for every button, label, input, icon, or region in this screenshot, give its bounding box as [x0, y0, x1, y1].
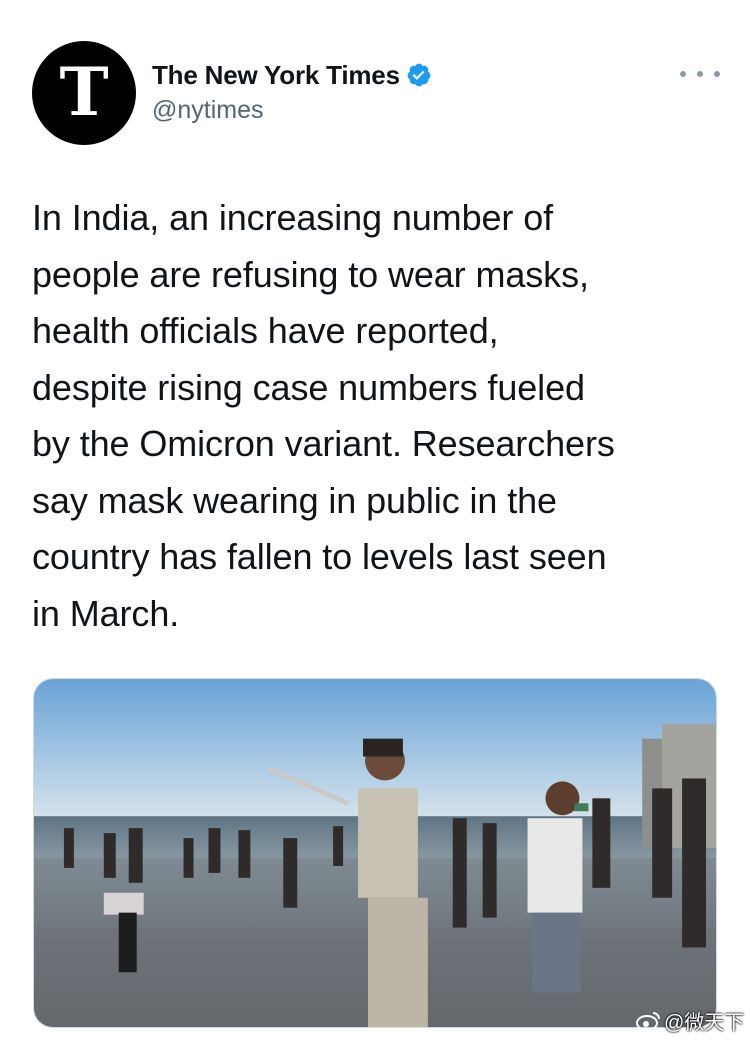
author-display-name[interactable]: The New York Times [152, 60, 400, 91]
svg-text:T: T [59, 53, 108, 131]
more-dot [697, 71, 703, 77]
watermark-text: @微天下 [664, 1012, 745, 1034]
tweet-text: In India, an increasing number of people… [32, 197, 615, 634]
beach-photo [34, 679, 716, 1027]
weibo-watermark: @微天下 [636, 1006, 744, 1035]
tweet-media-photo[interactable] [33, 678, 717, 1028]
nyt-logo-icon: T [59, 53, 108, 131]
author-handle[interactable]: @nytimes [152, 96, 264, 125]
author-avatar[interactable]: T [32, 41, 136, 145]
more-dot [680, 71, 686, 77]
verified-badge-icon [407, 63, 431, 87]
more-options-icon[interactable] [680, 62, 720, 86]
author-name-row[interactable]: The New York Times [152, 58, 432, 92]
weibo-logo-icon [636, 1011, 660, 1031]
more-dot [714, 71, 720, 77]
